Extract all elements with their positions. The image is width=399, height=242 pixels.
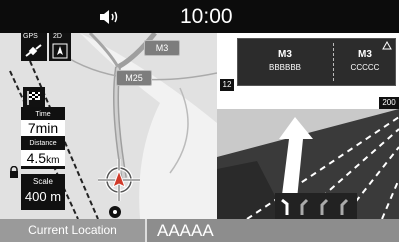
sign-left-destination: BBBBBB xyxy=(268,63,301,72)
lane-arrow-right-icon xyxy=(320,198,329,215)
clock: 10:00 xyxy=(180,5,233,28)
distance-caption: Distance xyxy=(29,140,57,147)
destination-flag-button[interactable] xyxy=(23,87,45,109)
compass-icon xyxy=(52,43,68,59)
distance-number: 4.5 xyxy=(26,150,47,166)
sign-left-road: M3 xyxy=(278,49,292,60)
vehicle-position-icon xyxy=(98,159,140,201)
checkered-flag-icon xyxy=(27,91,40,105)
gps-button[interactable]: GPS xyxy=(21,33,47,61)
bottom-bar: Current Location AAAAA xyxy=(0,219,399,242)
scale-value: 400 m xyxy=(24,189,62,204)
scale-indicator[interactable]: Scale 400 m xyxy=(21,174,65,210)
poi-icon xyxy=(109,206,121,218)
junction-view: M3 BBBBBB M3 CCCCC 12 200 xyxy=(217,33,399,219)
bar-divider xyxy=(145,219,147,242)
navigation-screen: 10:00 M3 M25 GPS 2D Time 7min Distance 4… xyxy=(0,0,399,242)
distance-value: 4.5km xyxy=(21,150,65,166)
lane-arrow-right-icon xyxy=(300,198,309,215)
sign-right-destination: CCCCC xyxy=(350,63,380,72)
lock-icon xyxy=(10,166,18,178)
gps-label: GPS xyxy=(23,33,38,40)
map-view[interactable]: M3 M25 GPS 2D Time 7min Distance 4.5km S… xyxy=(0,33,217,219)
route-info-panel[interactable]: Time 7min Distance 4.5km xyxy=(21,107,65,169)
motorway-symbol-icon xyxy=(382,41,392,50)
distance-unit: km xyxy=(46,155,60,166)
speaker-volume-icon xyxy=(100,10,118,24)
lane-guidance xyxy=(275,193,357,219)
sign-right-road: M3 xyxy=(358,49,372,60)
lane-arrow-right-icon xyxy=(340,198,349,215)
street-name: AAAAA xyxy=(157,221,214,240)
lane-arrow-left-icon xyxy=(281,198,289,215)
sign-left: M3 BBBBBB xyxy=(238,39,332,85)
road-label-m3: M3 xyxy=(144,40,180,56)
satellite-icon xyxy=(25,44,42,57)
junction-distance-left: 12 xyxy=(220,79,234,91)
time-value: 7min xyxy=(21,120,65,136)
highway-sign: M3 BBBBBB M3 CCCCC xyxy=(237,38,396,86)
sign-divider xyxy=(333,43,334,81)
junction-distance-right: 200 xyxy=(379,97,399,109)
view-mode-label: 2D xyxy=(53,33,62,40)
view-mode-button[interactable]: 2D xyxy=(49,33,71,61)
status-bar: 10:00 xyxy=(0,0,399,33)
road-label-m25: M25 xyxy=(116,70,152,86)
current-location-button[interactable]: Current Location xyxy=(0,219,145,242)
time-caption: Time xyxy=(35,111,51,118)
scale-caption: Scale xyxy=(32,177,53,186)
